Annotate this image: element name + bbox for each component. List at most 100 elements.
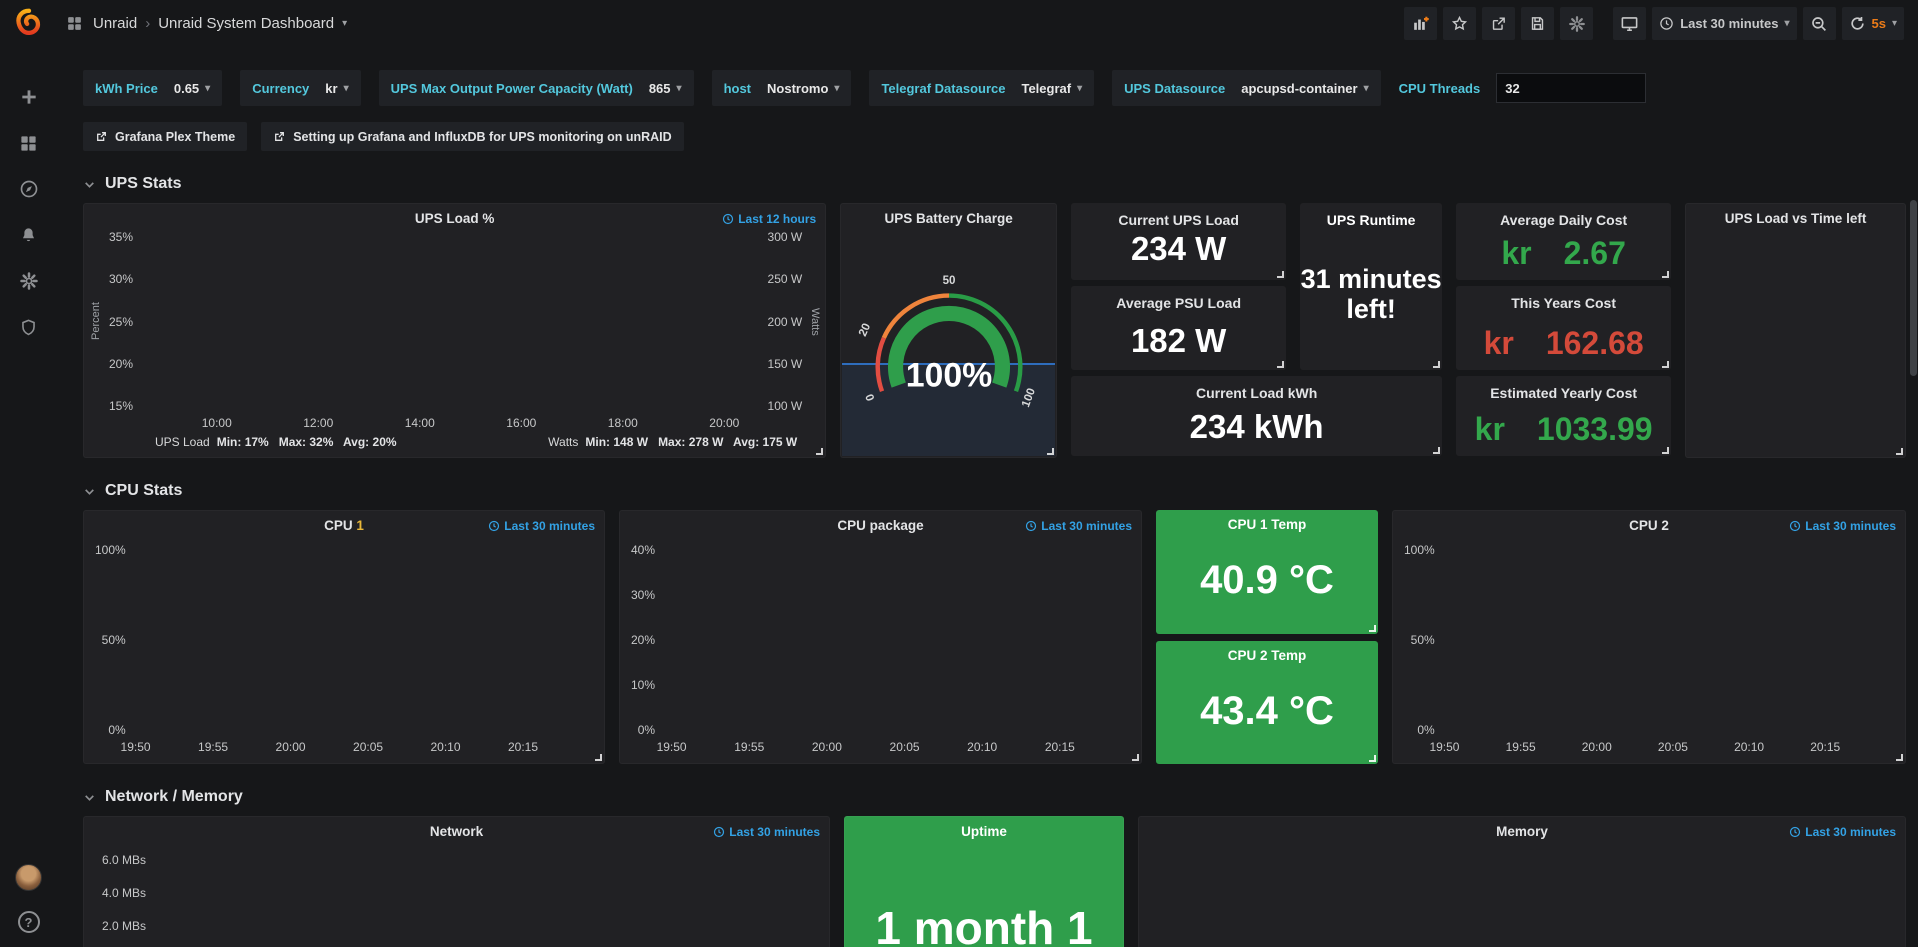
panel-time-range[interactable]: Last 30 minutes — [713, 825, 820, 839]
cpu-threads-input[interactable]: 32 — [1496, 73, 1646, 103]
variable-value-dropdown[interactable]: 0.65▾ — [174, 81, 210, 96]
panel-this-years-cost[interactable]: This Years Cost kr162.68 — [1456, 286, 1671, 370]
axis-tick: 20:15 — [1810, 740, 1840, 754]
page-scrollbar-thumb[interactable] — [1910, 200, 1917, 376]
axis-tick: 18:00 — [608, 416, 638, 430]
axis-tick: 100 W — [768, 399, 803, 413]
panel-time-range[interactable]: Last 30 minutes — [1789, 519, 1896, 533]
variable-value-dropdown[interactable]: apcupsd-container▾ — [1241, 81, 1368, 96]
section-header-ups-stats[interactable]: UPS Stats — [83, 175, 1906, 193]
panel-time-range[interactable]: Last 30 minutes — [488, 519, 595, 533]
variable-host: host Nostromo▾ — [712, 70, 852, 106]
panel-title[interactable]: UPS Load % — [84, 204, 825, 226]
network-plot[interactable] — [152, 841, 825, 947]
panel-ups-runtime[interactable]: UPS Runtime 31 minutes left! — [1300, 203, 1442, 370]
section-header-network-memory[interactable]: Network / Memory — [83, 788, 1906, 806]
panel-memory: Memory Last 30 minutes — [1138, 816, 1906, 947]
cpu1-legend — [84, 755, 604, 763]
variable-value-dropdown[interactable]: kr▾ — [325, 81, 348, 96]
network-chart-canvas[interactable] — [152, 841, 825, 947]
variable-value-dropdown[interactable]: Telegraf▾ — [1021, 81, 1082, 96]
dashboard-grid-icon[interactable] — [63, 13, 85, 35]
axis-tick: 200 W — [768, 315, 803, 329]
dashboard-title-caret-icon[interactable]: ▾ — [342, 18, 347, 29]
legend-item-watts[interactable]: Watts Min: 148 W Max: 278 W Avg: 175 W — [529, 435, 797, 449]
star-dashboard-button[interactable] — [1443, 7, 1476, 40]
help-icon[interactable]: ? — [18, 911, 40, 933]
configuration-gear-icon[interactable] — [18, 270, 40, 292]
cpu2-plot[interactable] — [1440, 543, 1901, 737]
panel-cpu1-temp[interactable]: CPU 1 Temp 40.9 °C — [1156, 510, 1378, 634]
user-avatar[interactable] — [15, 864, 42, 891]
grafana-logo-icon[interactable] — [14, 8, 44, 38]
panel-ups-load: UPS Load % Last 12 hours Percent 35%30%2… — [83, 203, 826, 458]
cpu-package-plot[interactable] — [660, 543, 1137, 737]
panel-uptime[interactable]: Uptime 1 month 1 — [844, 816, 1124, 947]
time-range-picker[interactable]: Last 30 minutes ▾ — [1652, 7, 1796, 40]
add-panel-button[interactable] — [1404, 7, 1437, 40]
chevron-down-icon — [83, 178, 96, 191]
create-plus-icon[interactable] — [18, 86, 40, 108]
network-memory-row: Network Last 30 minutes 6.0 MBs4.0 MBs2.… — [83, 816, 1906, 947]
panel-estimated-yearly-cost[interactable]: Estimated Yearly Cost kr1033.99 — [1456, 376, 1671, 456]
panel-time-range[interactable]: Last 30 minutes — [1789, 825, 1896, 839]
variable-value-dropdown[interactable]: 865▾ — [649, 81, 682, 96]
panel-time-range[interactable]: Last 30 minutes — [1025, 519, 1132, 533]
variable-ups-datasource: UPS Datasource apcupsd-container▾ — [1112, 70, 1380, 106]
gauge-tick-50: 50 — [942, 275, 955, 287]
refresh-interval-label[interactable]: 5s — [1872, 16, 1886, 31]
ups-load-plot[interactable] — [138, 230, 763, 413]
y-axis-ticks-left: 35%30%25%20%15% — [104, 230, 138, 413]
cycle-view-mode-tv-button[interactable] — [1613, 7, 1646, 40]
battery-gauge: 0 20 50 100 100% — [851, 266, 1047, 416]
panel-title[interactable]: UPS Battery Charge — [841, 204, 1056, 226]
cpu1-chart-canvas[interactable] — [131, 543, 600, 737]
legend-item-ups-load[interactable]: UPS Load Min: 17% Max: 32% Avg: 20% — [136, 435, 397, 449]
cpu-stats-row: CPU 1 Last 30 minutes 100%50%0% 19:5019:… — [83, 510, 1906, 764]
breadcrumb-folder[interactable]: Unraid — [93, 15, 137, 32]
panel-title[interactable]: UPS Load vs Time left — [1686, 204, 1905, 226]
axis-tick: 19:55 — [734, 740, 764, 754]
variable-telegraf-datasource: Telegraf Datasource Telegraf▾ — [869, 70, 1094, 106]
refresh-interval-caret-icon[interactable]: ▾ — [1892, 18, 1897, 29]
panel-cpu2-temp[interactable]: CPU 2 Temp 43.4 °C — [1156, 641, 1378, 764]
cpu1-plot[interactable] — [131, 543, 600, 737]
y-axis-title-left: Percent — [90, 230, 104, 413]
explore-compass-icon[interactable] — [18, 178, 40, 200]
clock-icon — [1659, 16, 1674, 31]
section-header-cpu-stats[interactable]: CPU Stats — [83, 482, 1906, 500]
dashboard-settings-gear-button[interactable] — [1560, 7, 1593, 40]
ups-load-chart-canvas[interactable] — [138, 230, 763, 413]
clock-icon — [722, 213, 734, 225]
link-grafana-plex-theme[interactable]: Grafana Plex Theme — [83, 122, 247, 151]
memory-chart-canvas[interactable] — [1241, 841, 1639, 947]
axis-tick: 0% — [1417, 723, 1434, 737]
save-dashboard-button[interactable] — [1521, 7, 1554, 40]
variable-label: UPS Datasource — [1124, 81, 1225, 96]
admin-shield-icon[interactable] — [18, 316, 40, 338]
zoom-out-time-button[interactable] — [1803, 7, 1836, 40]
cpu2-chart-canvas[interactable] — [1440, 543, 1901, 737]
panel-current-load-kwh[interactable]: Current Load kWh 234 kWh — [1071, 376, 1442, 456]
dashboards-icon[interactable] — [18, 132, 40, 154]
external-link-icon — [273, 130, 286, 143]
panel-cpu-2: CPU 2 Last 30 minutes 100%50%0% 19:5019:… — [1392, 510, 1906, 764]
variable-value-dropdown[interactable]: Nostromo▾ — [767, 81, 839, 96]
link-ups-monitoring-guide[interactable]: Setting up Grafana and InfluxDB for UPS … — [261, 122, 683, 151]
panel-average-psu-load[interactable]: Average PSU Load 182 W — [1071, 286, 1286, 370]
cpu2-legend — [1393, 755, 1905, 763]
panel-current-ups-load[interactable]: Current UPS Load 234 W — [1071, 203, 1286, 280]
variable-label: Currency — [252, 81, 309, 96]
alerting-bell-icon[interactable] — [18, 224, 40, 246]
time-range-label: Last 30 minutes — [1680, 16, 1778, 31]
clock-icon — [1789, 520, 1801, 532]
panel-average-daily-cost[interactable]: Average Daily Cost kr2.67 — [1456, 203, 1671, 280]
time-range-caret-icon: ▾ — [1784, 18, 1789, 29]
cpu-package-chart-canvas[interactable] — [660, 543, 1137, 737]
breadcrumb-dashboard-title[interactable]: Unraid System Dashboard — [158, 15, 334, 32]
panel-time-range[interactable]: Last 12 hours — [722, 212, 816, 226]
refresh-button[interactable]: 5s ▾ — [1842, 7, 1905, 40]
memory-plot[interactable] — [1241, 841, 1639, 947]
axis-tick: 20:15 — [508, 740, 538, 754]
share-dashboard-button[interactable] — [1482, 7, 1515, 40]
